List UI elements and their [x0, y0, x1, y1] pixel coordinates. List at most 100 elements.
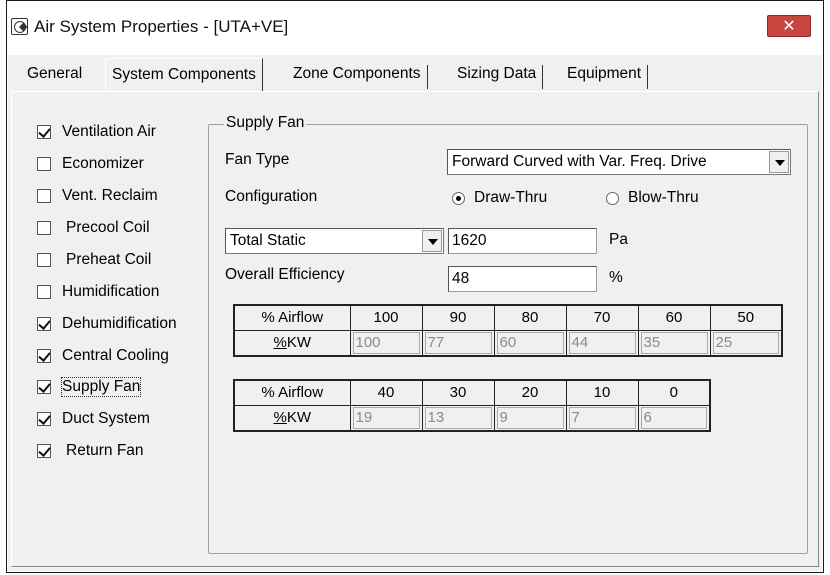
airflow-header: % Airflow	[233, 304, 351, 331]
pressure-type-dropdown[interactable]: Total Static	[225, 228, 444, 254]
tab-zone-components[interactable]: Zone Components	[287, 65, 428, 89]
kw-cell[interactable]: 44	[565, 329, 639, 356]
fan-curve-table-1: % Airflow 100 90 80 70 60 50 %KW 100 77 …	[233, 304, 783, 357]
checkbox-box[interactable]	[37, 317, 51, 331]
checkbox-label: Precool Coil	[66, 219, 150, 236]
kw-cell[interactable]: 77	[421, 329, 495, 356]
air-system-properties-window: Air System Properties - [UTA+VE] ✕ Gener…	[6, 0, 824, 573]
airflow-cell: 100	[349, 304, 423, 331]
airflow-cell: 20	[493, 379, 567, 406]
checkbox-box[interactable]	[37, 157, 51, 171]
checkbox-central-cooling[interactable]: Central Cooling	[37, 344, 169, 368]
checkbox-return-fan[interactable]: Return Fan	[37, 439, 144, 463]
kw-cell[interactable]: 25	[709, 329, 783, 356]
chevron-down-icon[interactable]	[769, 151, 789, 173]
checkbox-label: Vent. Reclaim	[62, 187, 158, 204]
fan-curve-table-2: % Airflow 40 30 20 10 0 %KW 19 13 9 7 6	[233, 379, 711, 432]
checkbox-label: Economizer	[62, 155, 144, 172]
airflow-cell: 80	[493, 304, 567, 331]
supply-fan-group-title: Supply Fan	[224, 114, 307, 132]
kw-row: %KW 19 13 9 7 6	[233, 404, 711, 431]
kw-input[interactable]: 77	[424, 331, 492, 354]
checkbox-box[interactable]	[37, 380, 51, 394]
airflow-row: % Airflow 40 30 20 10 0	[233, 379, 711, 406]
radio-button[interactable]	[452, 191, 465, 205]
radio-draw-thru[interactable]: Draw-Thru	[452, 189, 547, 207]
checkbox-box[interactable]	[37, 412, 51, 426]
checkbox-supply-fan[interactable]: Supply Fan	[37, 375, 142, 399]
kw-input[interactable]: 100	[352, 331, 420, 354]
kw-cell[interactable]: 100	[349, 329, 423, 356]
checkbox-box[interactable]	[37, 125, 51, 139]
kw-cell[interactable]: 60	[493, 329, 567, 356]
dialog-client-area: General System Components Zone Component…	[8, 55, 822, 571]
kw-cell[interactable]: 35	[637, 329, 711, 356]
efficiency-unit: %	[609, 269, 623, 286]
tab-sizing-data[interactable]: Sizing Data	[451, 65, 544, 89]
fan-type-label: Fan Type	[225, 151, 290, 168]
checkbox-box[interactable]	[37, 221, 51, 235]
tab-system-components[interactable]: System Components	[105, 58, 263, 92]
kw-input[interactable]: 60	[496, 331, 564, 354]
checkbox-label: Return Fan	[66, 442, 144, 459]
pressure-input[interactable]: 1620	[448, 228, 597, 254]
title-bar: Air System Properties - [UTA+VE] ✕	[7, 1, 823, 55]
kw-input[interactable]: 7	[568, 406, 636, 429]
checkbox-dehumidification[interactable]: Dehumidification	[37, 312, 177, 336]
tab-general[interactable]: General	[21, 65, 88, 89]
checkbox-vent-reclaim[interactable]: Vent. Reclaim	[37, 184, 158, 208]
fan-type-dropdown[interactable]: Forward Curved with Var. Freq. Drive	[447, 149, 791, 175]
checkbox-precool-coil[interactable]: Precool Coil	[37, 216, 150, 240]
airflow-cell: 40	[349, 379, 423, 406]
pressure-type-value: Total Static	[230, 232, 306, 249]
kw-header: %KW	[233, 329, 351, 356]
radio-blow-thru[interactable]: Blow-Thru	[606, 189, 699, 207]
checkbox-label: Humidification	[62, 283, 160, 300]
kw-header: %KW	[233, 404, 351, 431]
kw-input[interactable]: 6	[640, 406, 707, 429]
close-button[interactable]: ✕	[767, 15, 811, 37]
checkbox-humidification[interactable]: Humidification	[37, 280, 159, 304]
kw-input[interactable]: 19	[352, 406, 420, 429]
kw-input[interactable]: 35	[640, 331, 708, 354]
checkbox-duct-system[interactable]: Duct System	[37, 407, 150, 431]
tab-strip: General System Components Zone Component…	[8, 55, 822, 92]
checkbox-economizer[interactable]: Economizer	[37, 152, 144, 176]
radio-button[interactable]	[606, 191, 619, 205]
kw-cell[interactable]: 19	[349, 404, 423, 431]
efficiency-label: Overall Efficiency	[225, 266, 345, 283]
airflow-cell: 50	[709, 304, 783, 331]
checkbox-preheat-coil[interactable]: Preheat Coil	[37, 248, 151, 272]
kw-cell[interactable]: 9	[493, 404, 567, 431]
checkbox-ventilation-air[interactable]: Ventilation Air	[37, 120, 156, 144]
checkbox-label: Central Cooling	[62, 347, 169, 364]
fan-type-value: Forward Curved with Var. Freq. Drive	[452, 153, 707, 170]
checkbox-box[interactable]	[37, 189, 51, 203]
configuration-label: Configuration	[225, 188, 318, 205]
radio-label: Blow-Thru	[628, 189, 699, 206]
airflow-row: % Airflow 100 90 80 70 60 50	[233, 304, 783, 331]
kw-input[interactable]: 13	[424, 406, 492, 429]
checkbox-label: Supply Fan	[60, 377, 142, 397]
kw-cell[interactable]: 7	[565, 404, 639, 431]
window-title: Air System Properties - [UTA+VE]	[34, 17, 289, 36]
kw-input[interactable]: 9	[496, 406, 564, 429]
airflow-cell: 30	[421, 379, 495, 406]
checkbox-box[interactable]	[37, 253, 51, 267]
checkbox-box[interactable]	[37, 285, 51, 299]
efficiency-input[interactable]: 48	[448, 266, 597, 292]
airflow-header: % Airflow	[233, 379, 351, 406]
airflow-cell: 90	[421, 304, 495, 331]
checkbox-box[interactable]	[37, 349, 51, 363]
airflow-cell: 70	[565, 304, 639, 331]
pressure-unit: Pa	[609, 231, 628, 248]
checkbox-box[interactable]	[37, 444, 51, 458]
kw-row: %KW 100 77 60 44 35 25	[233, 329, 783, 356]
kw-cell[interactable]: 13	[421, 404, 495, 431]
kw-input[interactable]: 44	[568, 331, 636, 354]
kw-cell[interactable]: 6	[637, 404, 711, 431]
chevron-down-icon[interactable]	[422, 230, 442, 252]
kw-input[interactable]: 25	[712, 331, 779, 354]
airflow-cell: 10	[565, 379, 639, 406]
tab-equipment[interactable]: Equipment	[561, 65, 649, 89]
